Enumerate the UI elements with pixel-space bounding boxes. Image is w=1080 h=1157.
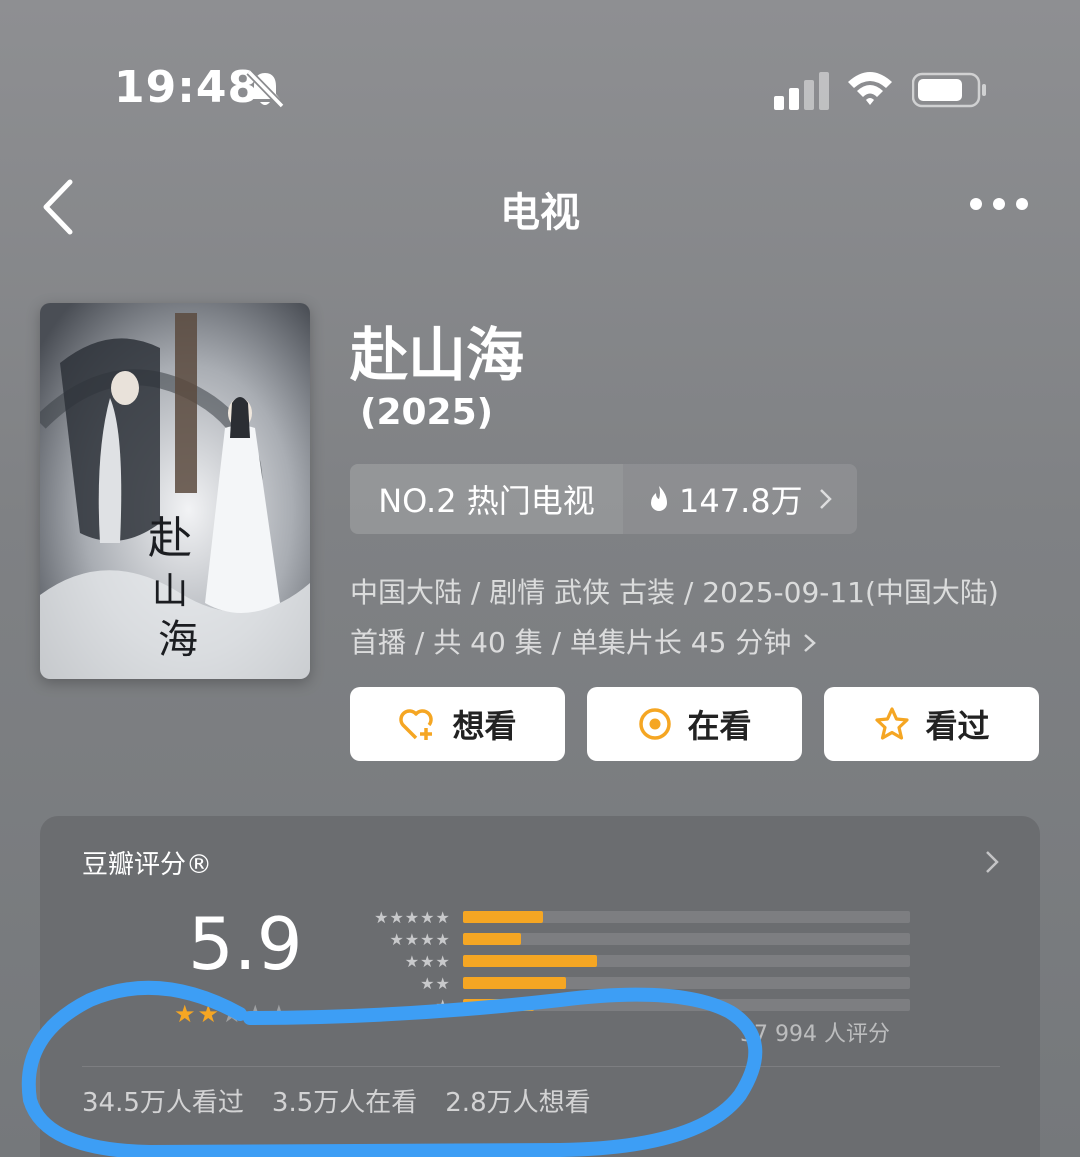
page-title: 电视	[500, 190, 580, 236]
score-stars: ★★★★★	[174, 1000, 292, 1028]
distribution-bar	[462, 911, 544, 923]
meta-line-2: 首播 / 共 40 集 / 单集片长 45 分钟	[350, 618, 1050, 668]
poster-image[interactable]: 赴 山 海	[40, 303, 310, 679]
show-title: 赴山海	[350, 321, 525, 389]
bell-muted-icon	[246, 69, 285, 109]
battery-icon	[912, 72, 986, 108]
distribution-stars: ★	[435, 995, 451, 1015]
svg-text:山: 山	[152, 571, 188, 612]
svg-text:海: 海	[158, 617, 198, 663]
want-count: 2.8万人想看	[445, 1088, 591, 1118]
poster-calligraphy: 赴	[148, 513, 192, 564]
heart-plus-icon	[399, 709, 434, 740]
poster-art: 赴 山 海	[40, 303, 310, 679]
distribution-track	[462, 933, 910, 945]
show-meta[interactable]: 中国大陆 / 剧情 武侠 古装 / 2025-09-11(中国大陆) 首播 / …	[350, 568, 1050, 668]
rank-label: NO.2 热门电视	[350, 464, 623, 534]
flame-icon	[651, 486, 667, 511]
watch-stats: 34.5万人看过 3.5万人在看 2.8万人想看	[82, 1082, 591, 1119]
distribution-bar	[462, 999, 535, 1011]
distribution-bar	[462, 955, 597, 967]
nav-bar: 电视	[0, 168, 1080, 242]
status-time: 19:48	[114, 62, 260, 113]
distribution-row: ★★★★★	[340, 906, 910, 928]
distribution-track	[462, 977, 910, 989]
rating-count: 37 994 人评分	[740, 1022, 890, 1047]
watched-count: 34.5万人看过	[82, 1088, 244, 1118]
divider	[82, 1066, 1000, 1067]
chevron-right-icon	[819, 489, 832, 509]
heat-count[interactable]: 147.8万	[623, 464, 857, 534]
rating-card[interactable]: 豆瓣评分® 5.9 ★★★★★ ★★★★★ ★★★★ ★★★ ★★ ★ 37 994 人…	[40, 816, 1040, 1157]
target-icon	[639, 708, 672, 740]
watching-label: 在看	[687, 707, 752, 745]
want-button[interactable]: 想看	[350, 687, 565, 761]
action-buttons: 想看 在看 看过	[350, 687, 1040, 761]
distribution-track	[462, 999, 910, 1011]
distribution-bar	[462, 933, 521, 945]
rating-title: 豆瓣评分®	[82, 850, 213, 880]
watching-count: 3.5万人在看	[271, 1088, 418, 1118]
distribution-stars: ★★	[420, 973, 451, 993]
distribution-row: ★	[340, 994, 910, 1016]
distribution-row: ★★	[340, 972, 910, 994]
more-icon[interactable]	[966, 192, 1032, 216]
cell-signal-icon	[774, 72, 829, 110]
wifi-icon	[848, 72, 892, 105]
rating-score: 5.9	[188, 902, 303, 986]
want-label: 想看	[452, 707, 517, 745]
watching-button[interactable]: 在看	[587, 687, 802, 761]
rank-badge[interactable]: NO.2 热门电视 147.8万	[350, 464, 857, 534]
meta-line-1: 中国大陆 / 剧情 武侠 古装 / 2025-09-11(中国大陆)	[350, 576, 999, 609]
distribution-bar	[462, 977, 566, 989]
distribution-stars: ★★★★	[389, 929, 451, 949]
watched-button[interactable]: 看过	[824, 687, 1039, 761]
heat-value: 147.8万	[679, 482, 803, 520]
chevron-right-icon	[804, 634, 817, 652]
status-bar: 19:48	[0, 62, 1080, 118]
distribution-track	[462, 911, 910, 923]
star-outline-icon	[875, 707, 910, 740]
watched-label: 看过	[925, 707, 990, 745]
distribution-track	[462, 955, 910, 967]
distribution-stars: ★★★	[404, 951, 451, 971]
distribution-row: ★★★	[340, 950, 910, 972]
rating-distribution: ★★★★★ ★★★★ ★★★ ★★ ★	[340, 906, 910, 1016]
distribution-row: ★★★★	[340, 928, 910, 950]
show-year: (2025)	[360, 392, 494, 433]
chevron-right-icon[interactable]	[984, 848, 1000, 876]
distribution-stars: ★★★★★	[374, 907, 451, 927]
